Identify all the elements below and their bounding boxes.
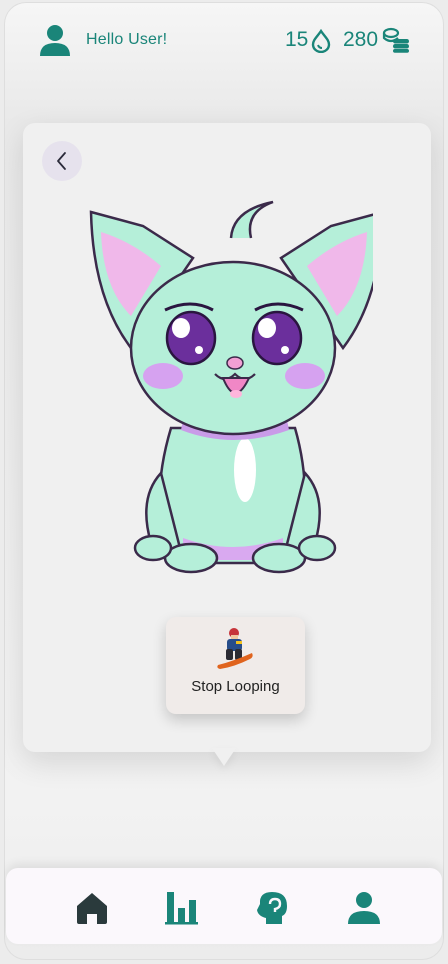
head-icon[interactable] (254, 890, 290, 926)
water-drop-icon (311, 29, 331, 53)
profile-icon[interactable] (346, 890, 382, 926)
cartoon-cat-image (89, 200, 373, 574)
stop-looping-button[interactable]: Stop Looping (166, 617, 305, 714)
snowboarder-icon (217, 628, 253, 669)
home-icon[interactable] (74, 890, 110, 926)
greeting-text: Hello User! (86, 31, 168, 48)
back-button[interactable] (42, 141, 82, 181)
user-icon[interactable] (38, 23, 72, 57)
top-bar: Hello User! 15 280 (4, 2, 444, 82)
bottom-navigation (6, 868, 442, 944)
drops-count: 15 (285, 28, 309, 51)
phone-screen: Hello User! 15 280 Stop Looping (4, 2, 444, 960)
coins-count: 280 (343, 28, 379, 51)
coins-stack-icon (382, 27, 409, 53)
chevron-left-icon (57, 152, 66, 170)
card-pointer (212, 748, 236, 766)
bar-chart-icon[interactable] (164, 890, 200, 926)
stop-looping-label: Stop Looping (191, 678, 280, 695)
